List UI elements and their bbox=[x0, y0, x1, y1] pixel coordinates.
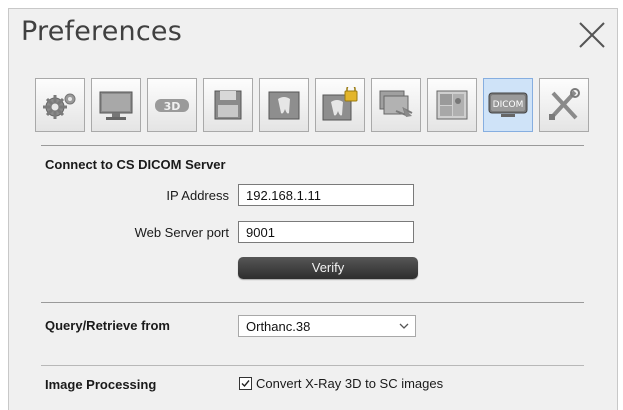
save-disk-icon bbox=[214, 90, 242, 120]
connect-heading: Connect to CS DICOM Server bbox=[45, 157, 226, 172]
tool-3d-button[interactable]: 3D bbox=[147, 78, 197, 132]
tool-display-button[interactable] bbox=[91, 78, 141, 132]
tool-advanced-button[interactable] bbox=[539, 78, 589, 132]
tooth-image-locked-icon bbox=[322, 87, 358, 121]
svg-text:3D: 3D bbox=[164, 100, 181, 113]
ip-address-label: IP Address bbox=[166, 188, 229, 203]
checkmark-icon bbox=[241, 380, 250, 388]
preferences-dialog bbox=[8, 8, 618, 410]
divider bbox=[41, 302, 584, 303]
export-images-icon bbox=[379, 90, 413, 117]
tool-image-button[interactable] bbox=[259, 78, 309, 132]
preferences-toolbar: 3D DICOM bbox=[35, 78, 595, 132]
gears-icon bbox=[43, 93, 76, 119]
chevron-down-icon bbox=[399, 323, 409, 329]
web-server-port-label: Web Server port bbox=[134, 225, 229, 240]
3d-icon: 3D bbox=[155, 99, 189, 113]
tool-security-button[interactable] bbox=[315, 78, 365, 132]
tooth-image-icon bbox=[268, 91, 300, 120]
query-retrieve-heading: Query/Retrieve from bbox=[45, 318, 170, 333]
convert-xray-label[interactable]: Convert X-Ray 3D to SC images bbox=[256, 376, 443, 391]
tool-export-button[interactable] bbox=[371, 78, 421, 132]
query-retrieve-select[interactable]: Orthanc.38 bbox=[238, 315, 416, 337]
tool-save-button[interactable] bbox=[203, 78, 253, 132]
dialog-title: Preferences bbox=[21, 16, 182, 47]
tool-patient-button[interactable] bbox=[427, 78, 477, 132]
patient-images-icon bbox=[436, 90, 468, 120]
divider bbox=[41, 145, 584, 146]
ip-address-input[interactable]: 192.168.1.11 bbox=[238, 184, 414, 206]
tools-icon bbox=[549, 88, 580, 120]
monitor-icon bbox=[99, 91, 133, 120]
close-icon[interactable] bbox=[575, 18, 609, 52]
svg-text:DICOM: DICOM bbox=[493, 100, 524, 110]
convert-xray-checkbox[interactable] bbox=[239, 377, 252, 390]
divider bbox=[41, 365, 584, 366]
web-server-port-input[interactable]: 9001 bbox=[238, 221, 414, 243]
tool-general-button[interactable] bbox=[35, 78, 85, 132]
verify-button[interactable]: Verify bbox=[238, 257, 418, 279]
image-processing-heading: Image Processing bbox=[45, 377, 157, 392]
dicom-icon: DICOM bbox=[488, 92, 528, 117]
query-retrieve-value: Orthanc.38 bbox=[246, 319, 311, 334]
tool-dicom-button[interactable]: DICOM bbox=[483, 78, 533, 132]
